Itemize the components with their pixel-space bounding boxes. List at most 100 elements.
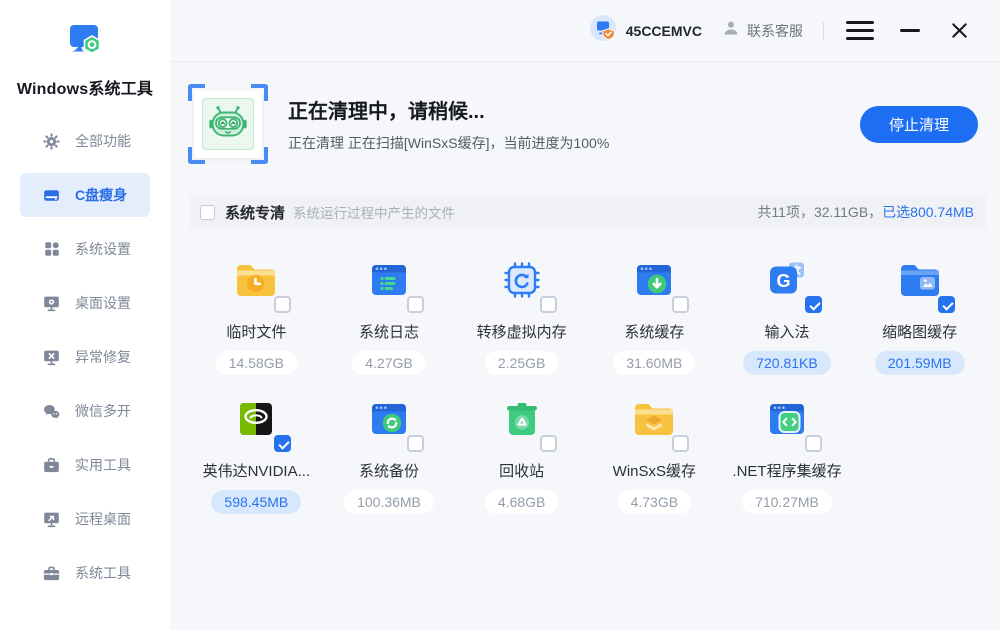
account-name: 45CCEMVC xyxy=(626,23,702,39)
item-label: 系统缓存 xyxy=(624,321,684,342)
item-size-badge: 14.58GB xyxy=(216,351,297,375)
item-label: 缩略图缓存 xyxy=(882,321,957,342)
briefcase-icon xyxy=(42,564,61,583)
stop-cleaning-button[interactable]: 停止清理 xyxy=(860,106,978,143)
cleanup-item-system-log[interactable]: 系统日志 4.27GB xyxy=(323,250,456,375)
cleanup-item-nvidia[interactable]: 英伟达NVIDIA... 598.45MB xyxy=(190,389,323,514)
remote-desktop-icon xyxy=(42,510,61,529)
svg-text:G: G xyxy=(776,271,790,291)
cleanup-item-recycle-bin[interactable]: 回收站 4.68GB xyxy=(455,389,588,514)
contact-support-button[interactable]: 联系客服 xyxy=(722,19,803,42)
item-label: 临时文件 xyxy=(226,321,286,342)
cleanup-item-thumbnail-cache[interactable]: 缩略图缓存 201.59MB xyxy=(853,250,986,375)
cleanup-item-winsxs-cache[interactable]: WinSxS缓存 4.73GB xyxy=(588,389,721,514)
window-download-icon xyxy=(630,256,678,304)
cleaning-header: 正在清理中，请稍候... 正在清理 正在扫描[WinSxS缓存]，当前进度为10… xyxy=(170,62,1000,164)
section-selected-size: 已选800.74MB xyxy=(882,204,974,220)
item-label: WinSxS缓存 xyxy=(613,460,696,481)
item-label: 英伟达NVIDIA... xyxy=(203,460,311,481)
window-sync-icon xyxy=(365,395,413,443)
item-checkbox[interactable] xyxy=(540,435,557,452)
section-description: 系统运行过程中产生的文件 xyxy=(293,202,455,222)
hard-disk-icon xyxy=(42,186,61,205)
sidebar-item-remote-desktop[interactable]: 远程桌面 xyxy=(20,497,150,541)
sidebar-item-label: 微信多开 xyxy=(75,401,131,421)
item-checkbox[interactable] xyxy=(805,296,822,313)
account[interactable]: 45CCEMVC xyxy=(589,14,702,47)
close-button[interactable] xyxy=(948,20,970,42)
item-label: 系统备份 xyxy=(359,460,419,481)
sidebar-item-desktop-settings[interactable]: 桌面设置 xyxy=(20,281,150,325)
section-title: 系统专清 xyxy=(225,202,285,223)
item-checkbox[interactable] xyxy=(540,296,557,313)
menu-button[interactable] xyxy=(846,20,874,42)
sidebar: Windows系统工具 全部功能 xyxy=(0,0,170,630)
sidebar-item-system-tools[interactable]: 系统工具 xyxy=(20,551,150,595)
cleanup-item-dotnet-cache[interactable]: .NET程序集缓存 710.27MB xyxy=(721,389,854,514)
folder-clock-icon xyxy=(232,256,280,304)
item-checkbox[interactable] xyxy=(672,296,689,313)
titlebar: 45CCEMVC 联系客服 xyxy=(170,0,1000,62)
item-checkbox[interactable] xyxy=(407,435,424,452)
cleaning-title: 正在清理中，请稍候... xyxy=(288,95,860,124)
item-size-badge: 710.27MB xyxy=(742,490,832,514)
app-window: Windows系统工具 全部功能 xyxy=(0,0,1000,630)
minimize-button[interactable] xyxy=(900,20,924,42)
robot-scan-icon xyxy=(188,84,268,164)
sidebar-item-label: 异常修复 xyxy=(75,347,131,367)
item-checkbox[interactable] xyxy=(805,435,822,452)
item-size-badge: 720.81KB xyxy=(743,351,831,375)
item-size-badge: 100.36MB xyxy=(344,490,434,514)
cpu-chip-icon xyxy=(498,256,546,304)
sidebar-item-label: 桌面设置 xyxy=(75,293,131,313)
item-size-badge: 4.68GB xyxy=(485,490,558,514)
item-size-badge: 2.25GB xyxy=(485,351,558,375)
section-totals: 共11项，32.11GB， xyxy=(757,204,882,220)
account-avatar-icon xyxy=(589,14,617,47)
nvidia-icon xyxy=(232,395,280,443)
item-size-badge: 598.45MB xyxy=(211,490,301,514)
select-all-checkbox[interactable] xyxy=(200,205,215,220)
item-size-badge: 31.60MB xyxy=(613,351,695,375)
cleanup-item-system-cache[interactable]: 系统缓存 31.60MB xyxy=(588,250,721,375)
sidebar-item-wechat-multi[interactable]: 微信多开 xyxy=(20,389,150,433)
titlebar-divider xyxy=(823,22,824,40)
item-label: 系统日志 xyxy=(359,321,419,342)
item-size-badge: 4.27GB xyxy=(352,351,425,375)
window-code-icon xyxy=(763,395,811,443)
item-checkbox[interactable] xyxy=(672,435,689,452)
sidebar-item-all-functions[interactable]: 全部功能 xyxy=(20,119,150,163)
sidebar-item-system-settings[interactable]: 系统设置 xyxy=(20,227,150,271)
cleanup-item-temp-files[interactable]: 临时文件 14.58GB xyxy=(190,250,323,375)
item-label: 回收站 xyxy=(499,460,544,481)
item-label: 转移虚拟内存 xyxy=(477,321,567,342)
cleaning-status: 正在清理中，请稍候... 正在清理 正在扫描[WinSxS缓存]，当前进度为10… xyxy=(288,95,860,153)
cleanup-item-virtual-memory[interactable]: 转移虚拟内存 2.25GB xyxy=(455,250,588,375)
folder-layers-icon xyxy=(630,395,678,443)
app-logo-icon xyxy=(62,51,108,68)
window-log-icon xyxy=(365,256,413,304)
wechat-bubbles-icon xyxy=(42,402,61,421)
sidebar-item-c-drive-slim[interactable]: C盘瘦身 xyxy=(20,173,150,217)
folder-image-icon xyxy=(896,256,944,304)
item-checkbox[interactable] xyxy=(938,296,955,313)
cleanup-items-grid: 临时文件 14.58GB 系统日志 4.27GB xyxy=(190,250,986,514)
item-checkbox[interactable] xyxy=(407,296,424,313)
gear-icon xyxy=(42,132,61,151)
sidebar-item-error-repair[interactable]: 异常修复 xyxy=(20,335,150,379)
section-summary: 共11项，32.11GB，已选800.74MB xyxy=(757,202,974,222)
item-checkbox[interactable] xyxy=(274,296,291,313)
recycle-bin-icon xyxy=(498,395,546,443)
sidebar-item-label: 系统设置 xyxy=(75,239,131,259)
sidebar-item-label: 系统工具 xyxy=(75,563,131,583)
person-icon xyxy=(722,19,740,42)
item-checkbox[interactable] xyxy=(274,435,291,452)
input-method-icon: G xyxy=(763,256,811,304)
contact-support-label: 联系客服 xyxy=(747,21,803,41)
repair-monitor-icon xyxy=(42,348,61,367)
cleanup-item-system-backup[interactable]: 系统备份 100.36MB xyxy=(323,389,456,514)
sidebar-item-utilities[interactable]: 实用工具 xyxy=(20,443,150,487)
main-area: 45CCEMVC 联系客服 xyxy=(170,0,1000,630)
cleanup-item-input-method[interactable]: G 输入法 720.81KB xyxy=(721,250,854,375)
item-size-badge: 4.73GB xyxy=(618,490,691,514)
